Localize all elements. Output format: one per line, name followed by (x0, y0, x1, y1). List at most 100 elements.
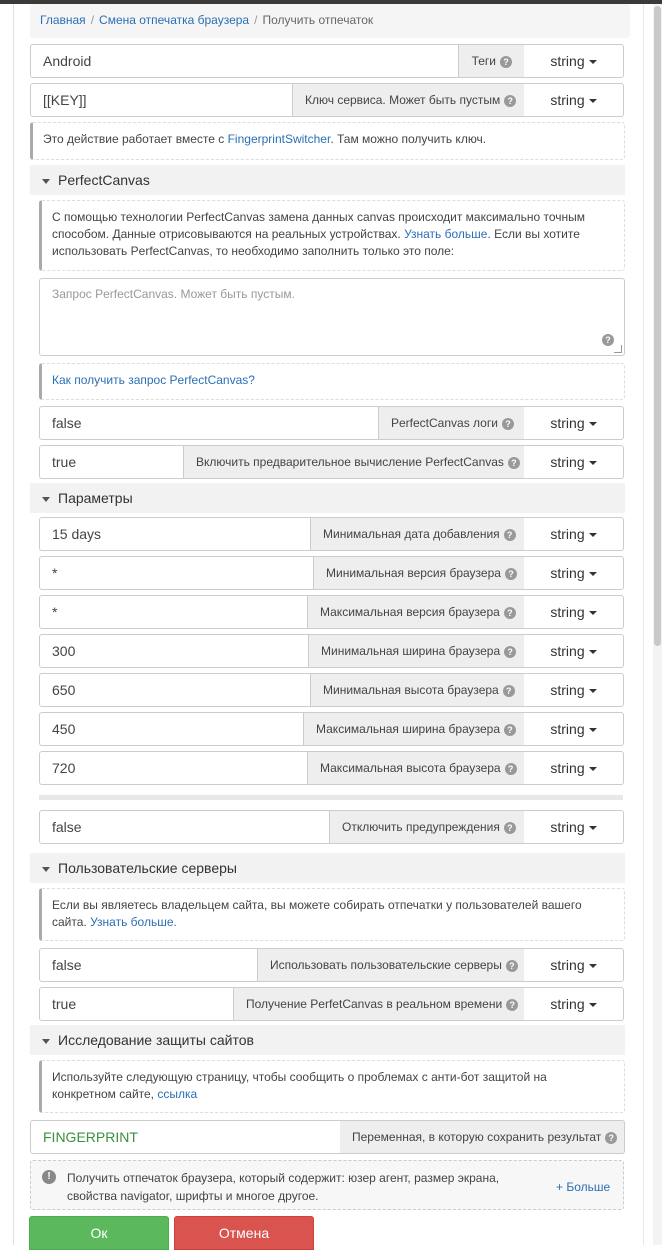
type-label: string (550, 819, 585, 835)
servers-realtime-label-text: Получение PerfetCanvas в реальном времен… (246, 997, 503, 1011)
key-note-text: Это действие работает вместе с (43, 132, 228, 146)
resize-handle-icon[interactable] (614, 345, 622, 353)
caret-down-icon (588, 611, 597, 616)
help-icon[interactable]: ? (602, 334, 614, 346)
type-label: string (550, 415, 585, 431)
section-research[interactable]: Исследование защиты сайтов (30, 1025, 625, 1055)
tags-input[interactable]: Android (30, 44, 459, 78)
param-input[interactable]: 450 (39, 712, 304, 746)
breadcrumb-separator: / (254, 13, 258, 27)
param-label-text: Минимальная дата добавления (323, 527, 500, 541)
caret-down-icon (588, 1003, 597, 1008)
section-custom-servers[interactable]: Пользовательские серверы (30, 853, 625, 883)
help-icon[interactable]: ? (505, 959, 518, 972)
help-icon[interactable]: ? (504, 94, 517, 107)
scrollbar[interactable] (653, 4, 662, 1245)
howto-perfectcanvas-link[interactable]: Как получить запрос PerfectCanvas? (52, 373, 255, 387)
left-border (13, 4, 14, 1245)
param-input[interactable]: 720 (39, 751, 308, 785)
research-link[interactable]: ссылка (157, 1087, 197, 1101)
more-link[interactable]: + Больше (556, 1178, 610, 1196)
exclamation-icon: ! (42, 1170, 56, 1184)
type-label: string (550, 996, 585, 1012)
warnings-input[interactable]: false (39, 810, 330, 844)
tags-type-dropdown[interactable]: string (524, 44, 624, 78)
servers-use-type-dropdown[interactable]: string (524, 948, 624, 982)
section-title: Параметры (58, 490, 133, 506)
type-label: string (550, 760, 585, 776)
param-label-text: Максимальная ширина браузера (316, 722, 501, 736)
pc-precompute-type-dropdown[interactable]: string (524, 445, 624, 479)
learn-more-link[interactable]: Узнать больше (404, 227, 487, 241)
help-icon[interactable]: ? (500, 55, 512, 68)
caret-down-icon (588, 964, 597, 969)
param-type-dropdown[interactable]: string (524, 517, 624, 551)
param-label: Минимальная дата добавления? (311, 517, 525, 551)
servers-realtime-type-dropdown[interactable]: string (524, 987, 624, 1021)
breadcrumb-current: Получить отпечаток (262, 13, 374, 27)
help-icon[interactable]: ? (506, 998, 519, 1011)
type-label: string (550, 604, 585, 620)
caret-down-icon (588, 99, 597, 104)
help-icon[interactable]: ? (503, 528, 516, 541)
section-perfectcanvas[interactable]: PerfectCanvas (30, 165, 625, 195)
type-label: string (550, 92, 585, 108)
result-variable-input[interactable]: FINGERPRINT (30, 1120, 341, 1154)
type-label: string (550, 721, 585, 737)
param-input[interactable]: 650 (39, 673, 311, 707)
howto-note: Как получить запрос PerfectCanvas? (39, 363, 625, 400)
param-type-dropdown[interactable]: string (524, 556, 624, 590)
collapse-triangle-icon (42, 178, 50, 184)
param-type-dropdown[interactable]: string (524, 751, 624, 785)
help-icon[interactable]: ? (504, 723, 517, 736)
param-type-dropdown[interactable]: string (524, 595, 624, 629)
help-icon[interactable]: ? (502, 684, 515, 697)
caret-down-icon (588, 422, 597, 427)
pc-precompute-input[interactable]: true (39, 445, 184, 479)
research-note-text: Используйте следующую страницу, чтобы со… (52, 1070, 547, 1101)
pc-logs-input[interactable]: false (39, 406, 379, 440)
help-icon[interactable]: ? (504, 567, 517, 580)
param-input[interactable]: * (39, 556, 314, 590)
tags-label-text: Теги (471, 54, 496, 68)
key-type-dropdown[interactable]: string (524, 83, 624, 117)
type-label: string (550, 643, 585, 659)
section-title: PerfectCanvas (58, 172, 150, 188)
pc-precompute-label: Включить предварительное вычисление Perf… (184, 445, 525, 479)
servers-learn-more-link[interactable]: Узнать больше. (90, 915, 177, 929)
divider (39, 795, 623, 800)
servers-realtime-input[interactable]: true (39, 987, 234, 1021)
servers-use-label: Использовать пользовательские серверы? (258, 948, 525, 982)
servers-use-input[interactable]: false (39, 948, 258, 982)
param-input[interactable]: 15 days (39, 517, 311, 551)
param-type-dropdown[interactable]: string (524, 673, 624, 707)
scrollbar-thumb[interactable] (654, 6, 661, 646)
breadcrumb-home[interactable]: Главная (40, 13, 86, 27)
param-input[interactable]: * (39, 595, 308, 629)
pc-precompute-label-text: Включить предварительное вычисление Perf… (196, 455, 504, 469)
type-label: string (550, 454, 585, 470)
breadcrumb-parent[interactable]: Смена отпечатка браузера (99, 13, 249, 27)
param-label: Максимальная высота браузера? (308, 751, 525, 785)
help-icon[interactable]: ? (501, 417, 514, 430)
pc-logs-type-dropdown[interactable]: string (524, 406, 624, 440)
section-params[interactable]: Параметры (30, 483, 625, 513)
help-icon[interactable]: ? (507, 456, 520, 469)
help-icon[interactable]: ? (504, 762, 517, 775)
param-type-dropdown[interactable]: string (524, 634, 624, 668)
help-icon[interactable]: ? (605, 1131, 618, 1144)
help-icon[interactable]: ? (503, 606, 516, 619)
fingerprintswitcher-link[interactable]: FingerprintSwitcher (228, 132, 331, 146)
param-input[interactable]: 300 (39, 634, 309, 668)
caret-down-icon (588, 826, 597, 831)
warnings-type-dropdown[interactable]: string (524, 810, 624, 844)
textarea-placeholder: Запрос PerfectCanvas. Может быть пустым. (52, 287, 295, 301)
perfectcanvas-request-textarea[interactable]: Запрос PerfectCanvas. Может быть пустым.… (39, 278, 625, 356)
right-border (643, 4, 644, 1245)
action-info: ! Получить отпечаток браузера, который с… (30, 1160, 624, 1210)
param-type-dropdown[interactable]: string (524, 712, 624, 746)
help-icon[interactable]: ? (504, 645, 517, 658)
key-input[interactable]: [[KEY]] (30, 83, 293, 117)
collapse-triangle-icon (42, 866, 50, 872)
help-icon[interactable]: ? (503, 821, 516, 834)
